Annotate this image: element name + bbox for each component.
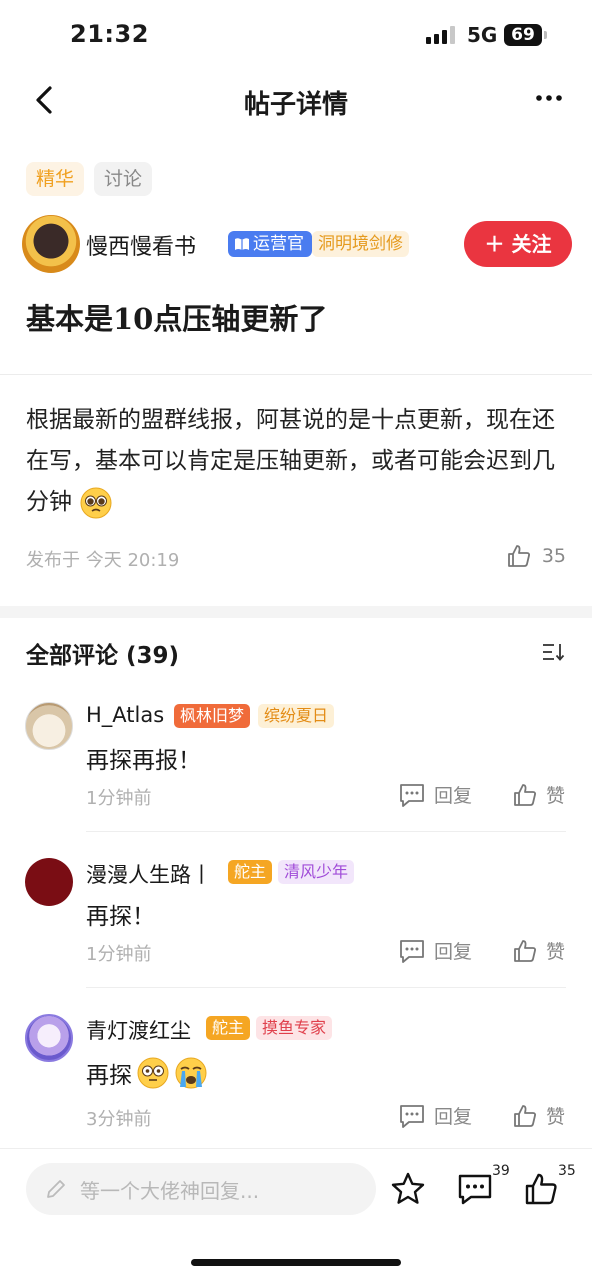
network-type: 5G xyxy=(467,23,498,47)
section-divider xyxy=(0,606,592,618)
book-icon xyxy=(235,238,249,250)
plus-icon: ＋ xyxy=(484,232,505,256)
post-tags: 精华 讨论 xyxy=(26,162,153,196)
thumbs-up-icon xyxy=(514,783,536,806)
like-label: 赞 xyxy=(546,1106,566,1128)
commenter-avatar[interactable] xyxy=(25,702,73,750)
comment-count: 39 xyxy=(492,1163,510,1179)
reply-label: 回复 xyxy=(434,785,473,807)
realm-badge: 洞明境剑修 xyxy=(312,231,409,257)
commenter-name[interactable]: H_Atlas xyxy=(86,703,164,727)
signal-icon xyxy=(426,26,455,44)
comment-divider xyxy=(86,987,566,988)
like-label: 赞 xyxy=(546,941,566,963)
comment-time: 1分钟前 xyxy=(86,788,152,809)
reply-icon xyxy=(400,939,424,963)
comment-input-placeholder: 等一个大佬神回复... xyxy=(80,1178,260,1203)
comment-time: 1分钟前 xyxy=(86,944,152,965)
tag-discussion[interactable]: 讨论 xyxy=(94,162,153,196)
like-label: 赞 xyxy=(546,785,566,807)
bottom-action-bar: 等一个大佬神回复... 39 35 xyxy=(0,1148,592,1228)
status-time: 21:32 xyxy=(70,20,149,48)
sort-icon xyxy=(543,644,565,661)
like-button[interactable] xyxy=(523,1171,559,1207)
nav-bar: 帖子详情 xyxy=(0,70,592,130)
follow-button[interactable]: ＋ 关注 xyxy=(464,221,572,267)
battery-icon: 69 xyxy=(504,24,542,46)
reply-label: 回复 xyxy=(434,1106,473,1128)
reply-button[interactable]: 回复 xyxy=(398,937,472,964)
author-avatar[interactable] xyxy=(22,215,80,273)
user-badge: 枫林旧梦 xyxy=(174,704,251,728)
commenter-name[interactable]: 青灯渡红尘 xyxy=(86,1015,191,1045)
author-row: 慢西慢看书 运营官 洞明境剑修 ＋ 关注 xyxy=(22,215,572,275)
commenter-avatar[interactable] xyxy=(25,1014,73,1062)
role-badge: 运营官 xyxy=(228,231,312,257)
user-badge: 清风少年 xyxy=(278,860,355,884)
star-icon xyxy=(391,1172,425,1204)
comment-text: 再探再报！ xyxy=(86,748,201,774)
comments-button[interactable] xyxy=(456,1171,494,1207)
home-indicator xyxy=(191,1259,401,1266)
crying-face-emoji-icon xyxy=(175,1057,207,1089)
more-button[interactable] xyxy=(534,86,564,110)
reply-button[interactable]: 回复 xyxy=(398,781,472,808)
post-title: 基本是10点压轴更新了 xyxy=(26,302,328,336)
user-badge: 摸鱼专家 xyxy=(256,1016,333,1040)
follow-label: 关注 xyxy=(511,232,552,256)
tag-essence[interactable]: 精华 xyxy=(26,162,85,196)
reply-icon xyxy=(400,1104,424,1128)
thumbs-up-icon xyxy=(514,939,536,962)
thumbs-up-icon xyxy=(507,545,530,567)
reply-label: 回复 xyxy=(434,941,473,963)
flushed-face-emoji-icon xyxy=(137,1057,169,1089)
post-publish-time: 发布于 今天 20:19 xyxy=(26,550,180,571)
sort-button[interactable] xyxy=(542,642,566,662)
reply-button[interactable]: 回复 xyxy=(398,1102,472,1129)
comment-input[interactable]: 等一个大佬神回复... xyxy=(26,1163,376,1215)
commenter-name[interactable]: 漫漫人生路丨 xyxy=(86,859,212,889)
comments-header: 全部评论 (39) xyxy=(26,643,180,669)
more-dots-icon xyxy=(536,95,562,101)
battery-tip xyxy=(544,31,547,39)
favorite-button[interactable] xyxy=(390,1171,426,1207)
post-body: 根据最新的盟群线报，阿甚说的是十点更新，现在还在写，基本可以肯定是压轴更新，或者… xyxy=(26,400,566,523)
user-badge: 舵主 xyxy=(228,860,273,884)
page-title: 帖子详情 xyxy=(243,90,348,120)
like-count: 35 xyxy=(558,1163,576,1179)
pleading-face-emoji-icon xyxy=(80,487,112,518)
comment-icon xyxy=(458,1174,492,1205)
comment-text: 再探！ xyxy=(86,904,155,930)
comment-text: 再探 xyxy=(86,1063,132,1089)
comment-like-button[interactable]: 赞 xyxy=(512,937,565,964)
user-badge: 舵主 xyxy=(206,1016,251,1040)
user-badge: 缤纷夏日 xyxy=(258,704,335,728)
post-like-button[interactable]: 35 xyxy=(506,543,566,569)
author-name[interactable]: 慢西慢看书 xyxy=(86,229,196,261)
thumbs-up-icon xyxy=(514,1104,536,1127)
divider xyxy=(0,374,592,375)
comment-like-button[interactable]: 赞 xyxy=(512,781,565,808)
comment-text-row: 再探 xyxy=(86,1056,208,1090)
comment-divider xyxy=(86,831,566,832)
comment-time: 3分钟前 xyxy=(86,1109,152,1130)
role-badge-label: 运营官 xyxy=(253,234,304,254)
post-like-count: 35 xyxy=(541,545,566,567)
comment-like-button[interactable]: 赞 xyxy=(512,1102,565,1129)
status-bar: 21:32 5G 69 xyxy=(0,0,592,70)
commenter-avatar[interactable] xyxy=(25,858,73,906)
reply-icon xyxy=(400,783,424,807)
thumbs-up-icon xyxy=(525,1173,557,1205)
pencil-icon xyxy=(47,1180,65,1198)
